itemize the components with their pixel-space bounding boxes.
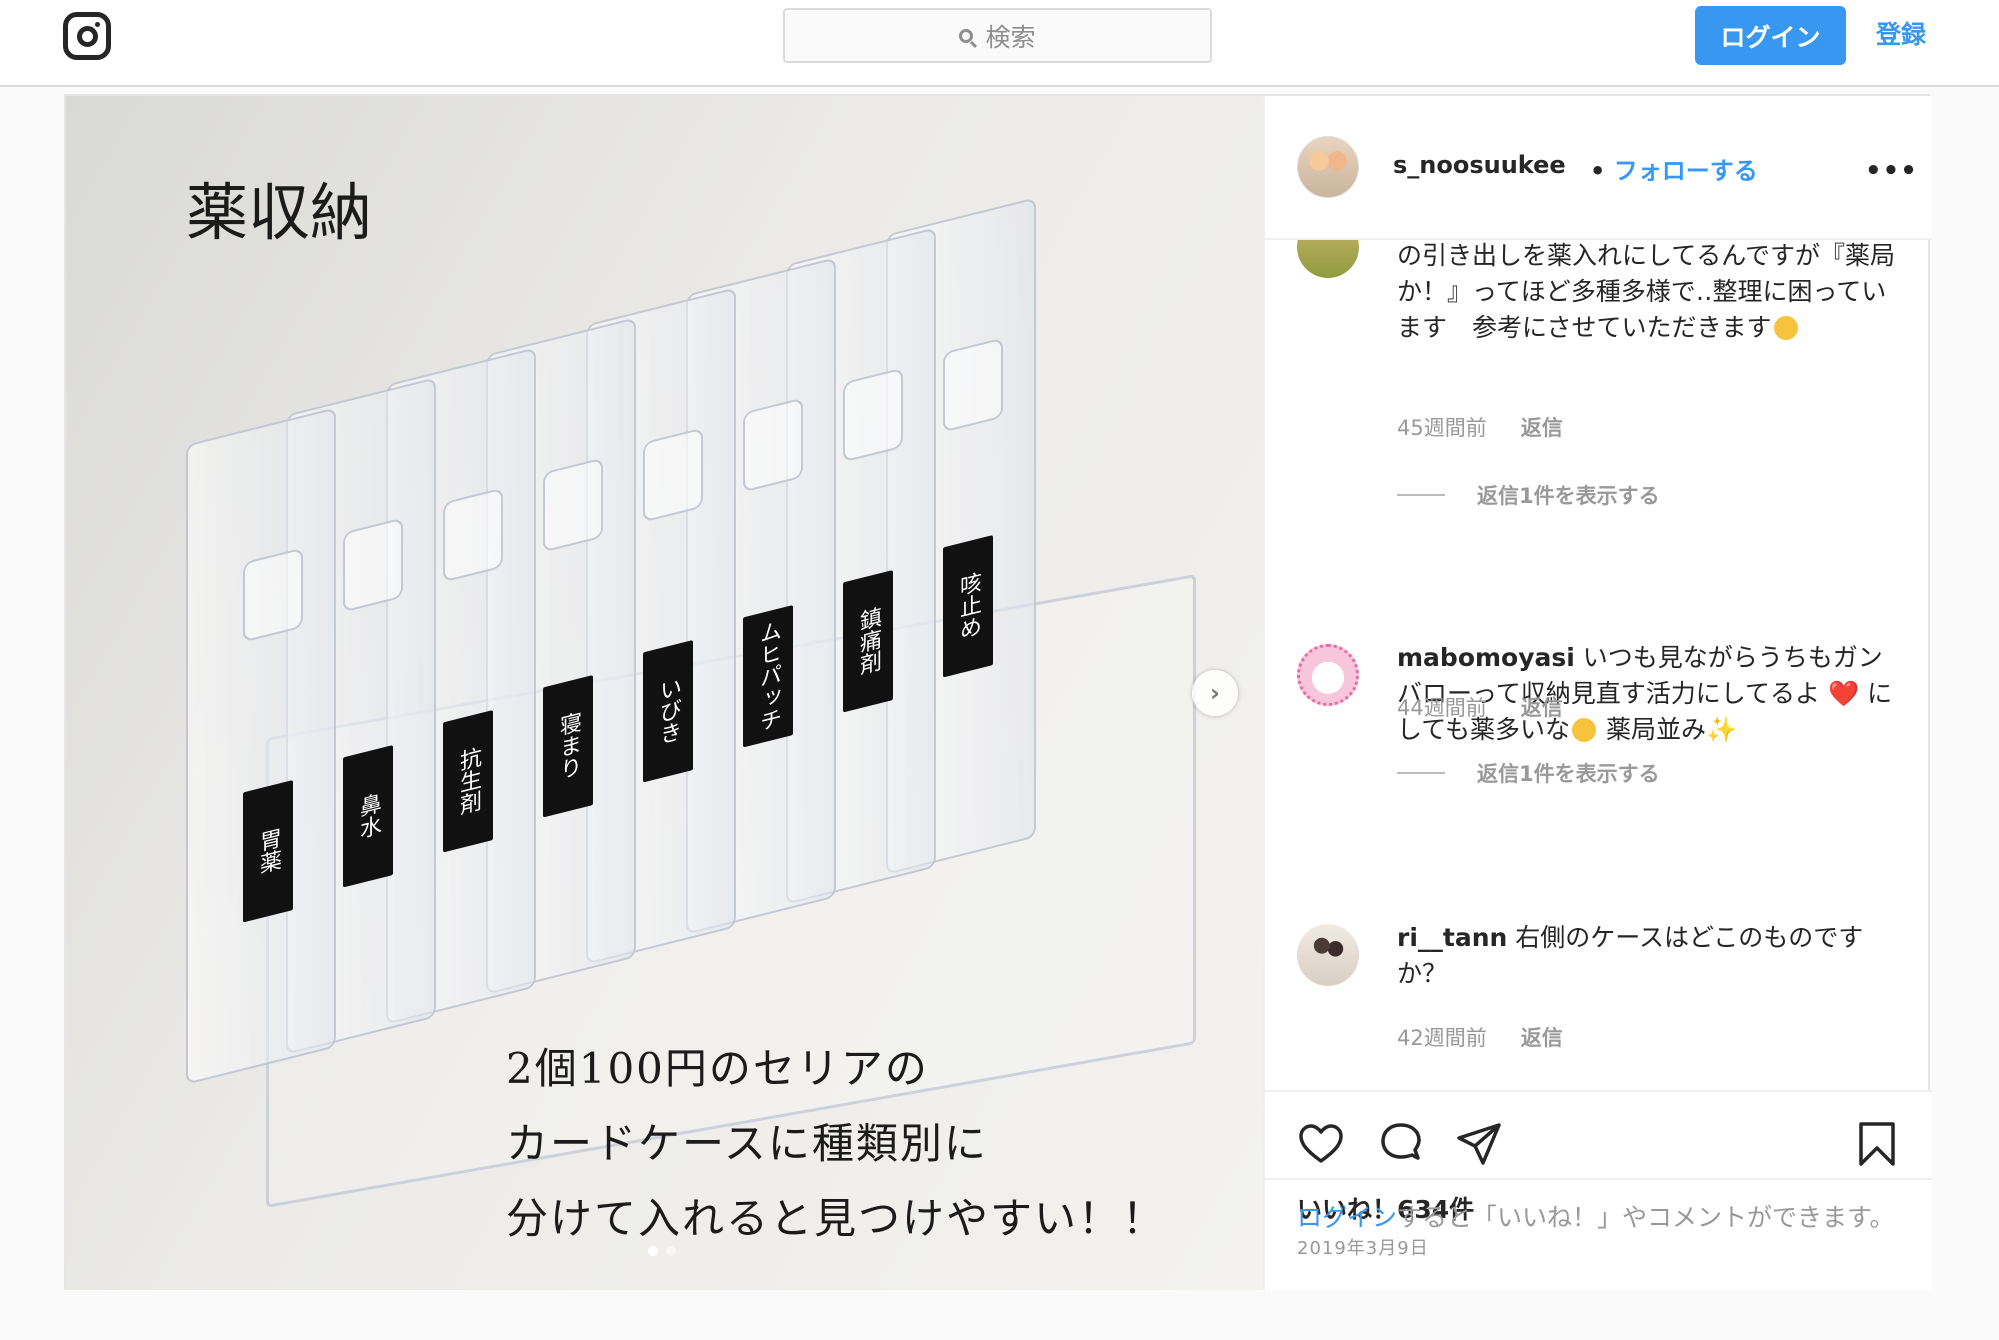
case-label: いびき xyxy=(643,640,693,783)
avatar[interactable] xyxy=(1297,924,1359,986)
caption-line: 分けて入れると見つけやすい！！ xyxy=(506,1194,1167,1243)
login-button[interactable]: ログイン xyxy=(1695,6,1846,65)
case-clip xyxy=(443,487,503,583)
case-label: 鼻水 xyxy=(343,745,393,888)
post-card: 胃薬 鼻水 抗生剤 寝まり いびき ムヒパッチ 鎮痛剤 咳止め 薬収納 2個100円のセリアの… xyxy=(64,94,1932,1290)
view-replies-button[interactable]: 返信1件を表示する xyxy=(1397,758,1660,788)
comment-body: の引き出しを薬入れにしてるんですが『薬局か！』ってほど多種多様で‥整理に困ってい… xyxy=(1397,241,1896,342)
laughing-emoji-icon xyxy=(1572,718,1597,742)
carousel-dot xyxy=(648,1246,658,1256)
case-clip xyxy=(943,337,1003,433)
case-clip xyxy=(543,457,603,553)
avatar[interactable] xyxy=(1297,644,1359,706)
carousel-next-button[interactable]: › xyxy=(1192,670,1238,716)
post-image[interactable]: 胃薬 鼻水 抗生剤 寝まり いびき ムヒパッチ 鎮痛剤 咳止め 薬収納 2個100円のセリアの… xyxy=(66,96,1263,1290)
follow-label: フォローする xyxy=(1613,157,1758,185)
grinning-emoji-icon xyxy=(1773,316,1798,340)
case-label: 胃薬 xyxy=(243,780,293,923)
case-label: 咳止め xyxy=(943,535,993,678)
separator-dot: • xyxy=(1590,157,1606,185)
comment-meta: 44週間前 返信 xyxy=(1397,692,1563,722)
case-label: ムヒパッチ xyxy=(743,605,793,748)
case-clip xyxy=(743,397,803,493)
case-label: 寝まり xyxy=(543,675,593,818)
caption-line: 2個100円のセリアの xyxy=(506,1044,929,1093)
instagram-logo-icon[interactable] xyxy=(63,12,111,60)
search-icon xyxy=(959,28,974,43)
bookmark-icon[interactable] xyxy=(1853,1120,1901,1168)
case-clip xyxy=(843,367,903,463)
comment-meta: 45週間前 返信 xyxy=(1397,412,1563,442)
reply-button[interactable]: 返信 xyxy=(1521,412,1563,442)
card-case: 胃薬 xyxy=(186,407,336,1085)
login-link[interactable]: ログイン xyxy=(1297,1203,1397,1232)
view-replies-button[interactable]: 返信1件を表示する xyxy=(1397,480,1660,510)
sparkle-icon: ✨ xyxy=(1705,715,1738,744)
image-caption: 2個100円のセリアの カードケースに種類別に 分けて入れると見つけやすい！！ xyxy=(506,1031,1166,1256)
search-input[interactable]: 検索 xyxy=(783,8,1212,63)
search-placeholder: 検索 xyxy=(985,22,1036,52)
avatar[interactable] xyxy=(1297,240,1359,278)
comment-body: 薬局並み xyxy=(1605,715,1706,744)
reply-button[interactable]: 返信 xyxy=(1521,692,1563,722)
comment-username[interactable]: ri__tann xyxy=(1397,923,1507,952)
caption-line: カードケースに種類別に xyxy=(506,1119,988,1168)
comment-text: ri__tann 右側のケースはどこのものですか？ xyxy=(1397,920,1907,992)
comment-time[interactable]: 42週間前 xyxy=(1397,1022,1487,1052)
red-heart-icon: ❤️ xyxy=(1827,679,1860,708)
case-label: 抗生剤 xyxy=(443,710,493,853)
comment-meta: 42週間前 返信 xyxy=(1397,1022,1563,1052)
view-replies-label: 返信1件を表示する xyxy=(1477,484,1660,508)
case-clip xyxy=(643,427,703,523)
view-replies-label: 返信1件を表示する xyxy=(1477,762,1660,786)
image-title: 薬収納 xyxy=(186,176,373,249)
case-clip xyxy=(343,517,403,613)
login-prompt: ログインすると「いいね！」やコメントができます。 xyxy=(1265,1178,1932,1290)
case-clip xyxy=(243,547,303,643)
chevron-right-icon: › xyxy=(1210,679,1220,707)
carousel-dot xyxy=(666,1246,676,1256)
comment-icon[interactable] xyxy=(1377,1120,1425,1168)
case-label: 鎮痛剤 xyxy=(843,570,893,713)
post-header: s_noosuukee • フォローする ••• xyxy=(1265,96,1932,240)
owner-username[interactable]: s_noosuukee xyxy=(1393,151,1566,179)
more-dots-icon[interactable]: ••• xyxy=(1865,156,1918,186)
follow-button[interactable]: • フォローする xyxy=(1590,151,1758,186)
reply-button[interactable]: 返信 xyxy=(1521,1022,1563,1052)
comment-username[interactable]: mabomoyasi xyxy=(1397,643,1575,672)
carousel-dots xyxy=(648,1246,676,1256)
comment-list[interactable]: の引き出しを薬入れにしてるんですが『薬局か！』ってほど多種多様で‥整理に困ってい… xyxy=(1265,240,1932,1090)
comment-text: の引き出しを薬入れにしてるんですが『薬局か！』ってほど多種多様で‥整理に困ってい… xyxy=(1397,240,1907,346)
share-icon[interactable] xyxy=(1455,1120,1503,1168)
heart-icon[interactable] xyxy=(1297,1120,1345,1168)
login-prompt-text: すると「いいね！」やコメントができます。 xyxy=(1397,1203,1895,1232)
comment-time[interactable]: 44週間前 xyxy=(1397,692,1487,722)
signup-link[interactable]: 登録 xyxy=(1876,15,1926,51)
comment-time[interactable]: 45週間前 xyxy=(1397,412,1487,442)
avatar[interactable] xyxy=(1297,136,1359,198)
top-nav: 検索 ログイン 登録 xyxy=(0,0,1999,87)
post-sidebar: s_noosuukee • フォローする ••• の引き出しを薬入れにしてるんで… xyxy=(1263,96,1932,1290)
